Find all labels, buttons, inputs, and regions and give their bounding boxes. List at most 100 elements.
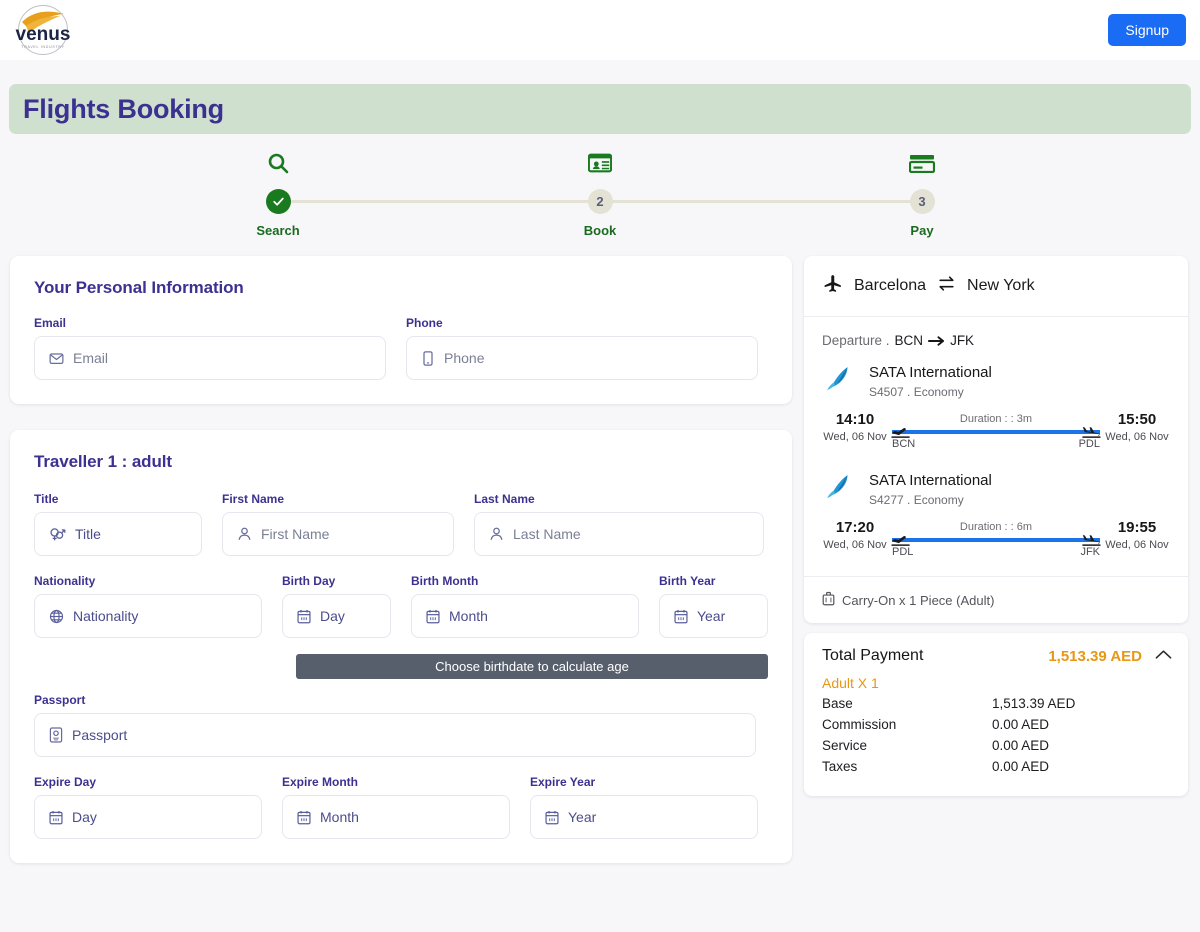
step-search[interactable]: Search	[218, 146, 338, 238]
airplane-icon	[822, 273, 843, 299]
arrow-right-icon	[928, 335, 945, 346]
first-name-input[interactable]: First Name	[222, 512, 454, 556]
first-name-field-group: First Name First Name	[222, 492, 454, 556]
calendar-icon	[49, 810, 63, 825]
expire-month-placeholder: Month	[320, 809, 359, 825]
venus-wordmark: venus	[16, 24, 71, 45]
payment-line: Service 0.00 AED	[822, 736, 1170, 757]
payment-line: Base 1,513.39 AED	[822, 694, 1170, 715]
calendar-icon	[297, 609, 311, 624]
signup-button[interactable]: Signup	[1108, 14, 1186, 46]
phone-field-group: Phone Phone	[406, 316, 758, 380]
expire-year-label: Expire Year	[530, 775, 596, 789]
sata-bird-logo-icon	[822, 470, 856, 509]
birth-year-placeholder: Year	[696, 608, 726, 624]
airline-name: SATA International	[869, 364, 992, 382]
birth-year-input[interactable]: Year	[658, 594, 768, 638]
user-icon	[489, 526, 504, 542]
sata-bird-logo-icon	[822, 362, 856, 401]
calendar-icon	[297, 810, 311, 825]
expire-month-label: Expire Month	[282, 775, 359, 789]
flight-segment: 14:10 Wed, 06 Nov Duration : : 3m BCN PD…	[822, 411, 1170, 450]
venus-logo[interactable]: venus TRAVEL INDUSTRY	[12, 2, 74, 58]
swap-icon	[937, 274, 956, 298]
payment-header[interactable]: Total Payment 1,513.39 AED	[804, 633, 1188, 675]
flight-number-class: S4277 . Economy	[869, 492, 964, 507]
phone-placeholder: Phone	[444, 350, 485, 366]
personal-information-card: Your Personal Information Email Email Ph…	[10, 256, 792, 404]
chevron-up-icon[interactable]	[1155, 647, 1172, 665]
calendar-icon	[426, 609, 440, 624]
last-name-label: Last Name	[474, 492, 535, 506]
takeoff-icon	[890, 533, 912, 552]
passport-expire-row: Expire Day Day Expire Month Month Expire…	[34, 775, 768, 839]
step-marker-search	[265, 189, 291, 214]
stepper-track-1	[278, 200, 598, 203]
expire-day-label: Expire Day	[34, 775, 97, 789]
step-marker-pay: 3	[909, 189, 935, 214]
nationality-placeholder: Nationality	[73, 608, 139, 624]
landing-icon	[1080, 533, 1102, 552]
takeoff-icon	[890, 425, 912, 444]
step-book[interactable]: 2 Book	[540, 146, 660, 238]
segment-arrival: 19:55 Wed, 06 Nov	[1104, 519, 1170, 551]
departure-date: Wed, 06 Nov	[823, 539, 887, 551]
step-label-pay: Pay	[910, 223, 934, 238]
suitcase-icon	[822, 591, 835, 609]
step-pay[interactable]: 3 Pay	[862, 146, 982, 238]
payment-line-label: Taxes	[822, 758, 858, 774]
birth-day-input[interactable]: Day	[281, 594, 391, 638]
personal-information-title: Your Personal Information	[34, 278, 244, 297]
segment-departure: 14:10 Wed, 06 Nov	[822, 411, 888, 443]
passport-input[interactable]: Passport	[34, 713, 756, 757]
mobile-icon	[421, 350, 435, 366]
email-field-group: Email Email	[34, 316, 386, 380]
payment-line: Commission 0.00 AED	[822, 715, 1170, 736]
step-label-book: Book	[583, 223, 617, 238]
flight-segment: 17:20 Wed, 06 Nov Duration : : 6m PDL JF…	[822, 519, 1170, 558]
page-title: Flights Booking	[23, 93, 224, 124]
gender-icon	[49, 526, 66, 542]
nationality-label: Nationality	[34, 574, 96, 588]
step-marker-book: 2	[587, 189, 613, 214]
arrival-time: 15:50	[1117, 411, 1157, 428]
contact-row: Email Email Phone Phone	[34, 316, 768, 380]
payment-title: Total Payment	[822, 647, 924, 664]
top-bar: venus TRAVEL INDUSTRY Signup	[0, 0, 1200, 60]
traveller-card: Traveller 1 : adult Title Title First Na…	[10, 430, 792, 863]
nationality-input[interactable]: Nationality	[34, 594, 262, 638]
title-field-group: Title Title	[34, 492, 202, 556]
itinerary-column: Barcelona New York Departure . BCN JFK S…	[804, 256, 1188, 796]
first-name-placeholder: First Name	[261, 526, 330, 542]
baggage-allowance: Carry-On x 1 Piece (Adult)	[804, 576, 1188, 623]
title-input[interactable]: Title	[34, 512, 202, 556]
segment-bar	[892, 430, 1100, 434]
flight-leg-airline: SATA International S4507 . Economy	[822, 362, 1170, 401]
landing-icon	[1080, 425, 1102, 444]
birth-day-field-group: Birth Day Day	[281, 574, 391, 638]
expire-year-input[interactable]: Year	[530, 795, 758, 839]
last-name-input[interactable]: Last Name	[474, 512, 764, 556]
user-icon	[237, 526, 252, 542]
payment-total: 1,513.39 AED	[1048, 647, 1142, 665]
route-origin-code: BCN	[894, 333, 924, 348]
expire-month-input[interactable]: Month	[282, 795, 510, 839]
envelope-icon	[49, 351, 64, 366]
birth-month-input[interactable]: Month	[411, 594, 639, 638]
expire-year-field-group: Expire Year Year	[530, 775, 758, 839]
traveller-birth-row: Nationality Nationality Birth Day Day Bi…	[34, 574, 768, 638]
expire-year-placeholder: Year	[568, 809, 597, 825]
calendar-icon	[545, 810, 559, 825]
destination-city: New York	[967, 277, 1035, 294]
arrival-time: 19:55	[1117, 519, 1157, 536]
birth-year-label: Birth Year	[658, 574, 716, 588]
phone-input[interactable]: Phone	[406, 336, 758, 380]
segment-codes: BCN PDL	[892, 438, 1100, 450]
expire-day-input[interactable]: Day	[34, 795, 262, 839]
email-input[interactable]: Email	[34, 336, 386, 380]
credit-card-icon	[909, 146, 935, 180]
payment-line-label: Commission	[822, 716, 897, 732]
email-placeholder: Email	[73, 350, 109, 366]
birth-month-field-group: Birth Month Month	[411, 574, 639, 638]
route-destination-code: JFK	[950, 333, 975, 348]
